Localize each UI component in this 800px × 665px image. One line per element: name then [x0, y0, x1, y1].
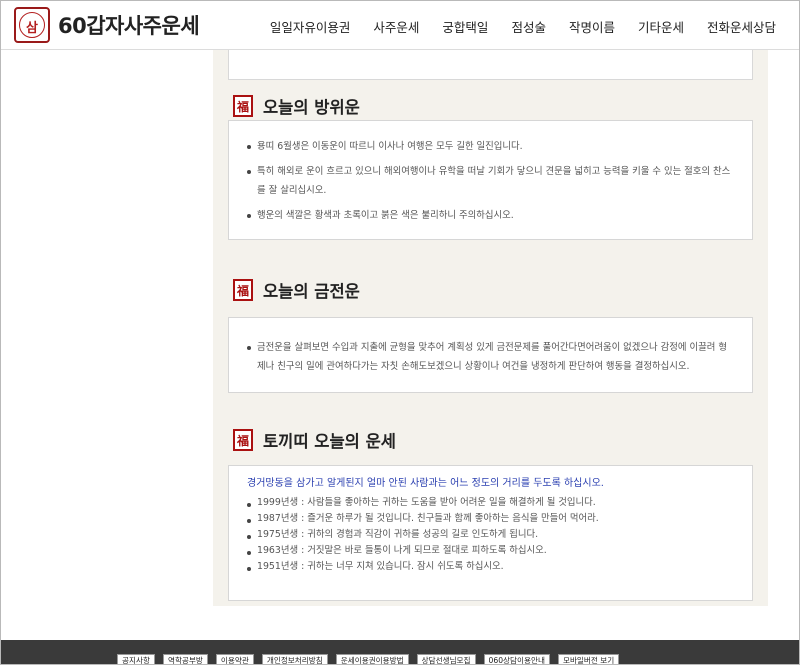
nav-item-astrology[interactable]: 점성술	[511, 17, 546, 36]
nav-item-daily-pass[interactable]: 일일자유이용권	[270, 17, 351, 36]
fortune-content: 오늘의 방위운 용띠 6월생은 이동운이 따르니 이사나 여행은 모두 길한 일…	[213, 50, 768, 606]
nav-item-other[interactable]: 기타운세	[638, 17, 684, 36]
rabbit-section-heading: 토끼띠 오늘의 운세	[233, 428, 396, 452]
content-bottom-spacer	[0, 606, 800, 640]
footer-link-terms[interactable]: 이용약관	[215, 654, 254, 665]
list-item: 행운의 색깔은 황색과 초록이고 붉은 색은 불리하니 주의하십시오.	[243, 206, 734, 225]
list-item: 1951년생 : 귀하는 너무 지쳐 있습니다. 잠시 쉬도록 하십시오.	[243, 559, 734, 575]
footer-link-notice[interactable]: 공지사항	[117, 654, 155, 665]
fortune-stamp-icon	[233, 279, 253, 301]
previous-card-bottom	[228, 50, 753, 80]
rabbit-intro: 경거망동을 삼가고 알게된지 얼마 안된 사람과는 어느 정도의 거리를 두도록…	[247, 478, 604, 489]
site-footer: 공지사항 역학공부방 이용약관 개인정보처리방침 운세이용권이용방법 상담선생님…	[0, 640, 800, 665]
money-section-title: 오늘의 금전운	[263, 282, 360, 301]
footer-link-mobile[interactable]: 모바일버전 보기	[557, 654, 620, 665]
direction-section-title: 오늘의 방위운	[263, 98, 360, 117]
rabbit-card: 경거망동을 삼가고 알게된지 얼마 안된 사람과는 어느 정도의 거리를 두도록…	[228, 465, 753, 601]
list-item: 1987년생 : 즐거운 하루가 될 것입니다. 친구들과 함께 좋아하는 음식…	[243, 511, 734, 527]
footer-link-privacy[interactable]: 개인정보처리방침	[261, 654, 328, 665]
list-item: 금전운을 살펴보면 수입과 지출에 균형을 맞추어 계획성 있게 금전문제를 풀…	[243, 338, 734, 376]
direction-card: 용띠 6월생은 이동운이 따르니 이사나 여행은 모두 길한 일진입니다. 특히…	[228, 120, 753, 240]
nav-item-compatibility[interactable]: 궁합택일	[442, 17, 488, 36]
logo-seal-icon	[14, 7, 50, 43]
footer-link-pass-guide[interactable]: 운세이용권이용방법	[335, 654, 409, 665]
direction-section-heading: 오늘의 방위운	[233, 94, 360, 118]
rabbit-section-title: 토끼띠 오늘의 운세	[263, 432, 396, 451]
list-item: 1963년생 : 거짓말은 바로 들통이 나게 되므로 절대로 피하도록 하십시…	[243, 543, 734, 559]
list-item: 1975년생 : 귀하의 경험과 직감이 귀하를 성공의 길로 인도하게 됩니다…	[243, 527, 734, 543]
list-item: 특히 해외로 운이 흐르고 있으니 해외여행이나 유학을 떠날 기회가 닿으니 …	[243, 162, 734, 200]
site-name: 60갑자사주운세	[58, 14, 200, 38]
nav-item-saju[interactable]: 사주운세	[373, 17, 419, 36]
footer-link-study[interactable]: 역학공부방	[162, 654, 208, 665]
nav-item-naming[interactable]: 작명이름	[569, 17, 615, 36]
list-item: 용띠 6월생은 이동운이 따르니 이사나 여행은 모두 길한 일진입니다.	[243, 137, 734, 156]
money-section-heading: 오늘의 금전운	[233, 278, 360, 302]
nav-item-phone-consult[interactable]: 전화운세상담	[707, 17, 776, 36]
site-header: 60갑자사주운세 일일자유이용권 사주운세 궁합택일 점성술 작명이름 기타운세…	[0, 0, 800, 50]
list-item: 1999년생 : 사람들을 좋아하는 귀하는 도움을 받아 어려운 일을 해결하…	[243, 495, 734, 511]
fortune-stamp-icon	[233, 95, 253, 117]
money-card: 금전운을 살펴보면 수입과 지출에 균형을 맞추어 계획성 있게 금전문제를 풀…	[228, 317, 753, 393]
main-nav: 일일자유이용권 사주운세 궁합택일 점성술 작명이름 기타운세 전화운세상담	[247, 17, 776, 36]
site-logo[interactable]: 60갑자사주운세	[14, 7, 200, 43]
footer-links: 공지사항 역학공부방 이용약관 개인정보처리방침 운세이용권이용방법 상담선생님…	[117, 654, 620, 665]
fortune-stamp-icon	[233, 429, 253, 451]
footer-link-recruit[interactable]: 상담선생님모집	[416, 654, 476, 665]
footer-link-060-guide[interactable]: 060상담이용안내	[483, 654, 550, 665]
